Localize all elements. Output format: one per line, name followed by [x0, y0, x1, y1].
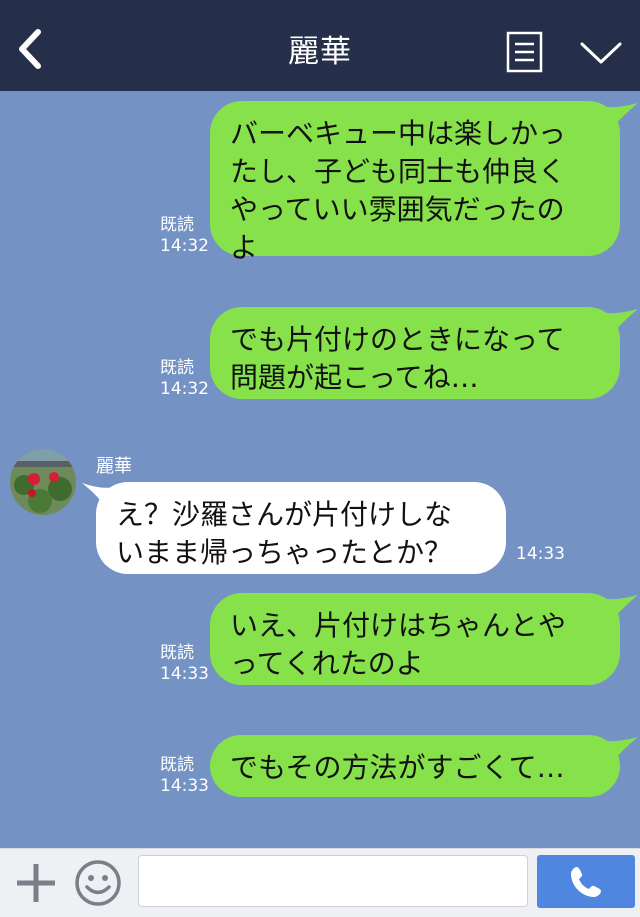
read-status: 既読 — [160, 358, 194, 378]
bubble-tail — [596, 309, 638, 337]
smile-icon[interactable] — [74, 859, 122, 907]
message-meta: 既読 14:32 — [160, 358, 209, 400]
message-input[interactable] — [138, 855, 528, 907]
read-status: 既読 — [160, 755, 194, 775]
message-meta: 既読 14:33 — [160, 643, 209, 685]
my-message-bubble[interactable]: いえ、片付けはちゃんとや ってくれたのよ — [210, 593, 620, 685]
message-line: ってくれたのよ — [230, 647, 424, 680]
plus-icon[interactable] — [14, 861, 58, 905]
read-status: 既読 — [160, 643, 194, 663]
message-time: 14:33 — [160, 776, 209, 796]
my-message-bubble[interactable]: バーベキュー中は楽しかっ たし、子ども同士も仲良く やっていい雰囲気だったの よ — [210, 101, 620, 264]
my-message-bubble[interactable]: でも片付けのときになって 問題が起こってね… — [210, 307, 620, 399]
message-line: やっていい雰囲気だったの — [230, 193, 565, 226]
message-time: 14:32 — [160, 379, 209, 399]
bubble-tail — [596, 595, 638, 623]
message-line: いまま帰っちゃったとか？ — [116, 536, 453, 569]
my-message-bubble[interactable]: でもその方法がすごくて… — [210, 735, 620, 797]
their-message-bubble[interactable]: え？沙羅さんが片付けしな いまま帰っちゃったとか？ — [96, 482, 506, 574]
message-time: 14:32 — [160, 236, 209, 256]
call-button[interactable] — [537, 855, 635, 908]
message-line: バーベキュー中は楽しかっ — [230, 117, 567, 150]
chevron-down-icon[interactable] — [578, 38, 624, 68]
message-line: いえ、片付けはちゃんとや — [230, 609, 567, 642]
message-line: でもその方法がすごくて… — [230, 751, 565, 784]
chat-header: 麗華 — [0, 0, 640, 91]
sender-name: 麗華 — [96, 456, 132, 477]
phone-icon — [571, 867, 601, 897]
avatar-image — [10, 449, 76, 515]
bubble-tail — [596, 737, 638, 765]
message-time: 14:33 — [160, 664, 209, 684]
message-meta: 既読 14:32 — [160, 215, 209, 257]
message-list[interactable]: バーベキュー中は楽しかっ たし、子ども同士も仲良く やっていい雰囲気だったの よ… — [0, 91, 640, 848]
message-line: え？沙羅さんが片付けしな — [116, 498, 453, 531]
bubble-tail — [596, 103, 638, 131]
input-bar — [0, 848, 640, 917]
avatar[interactable] — [10, 449, 76, 515]
message-line: でも片付けのときになって — [230, 323, 565, 356]
read-status: 既読 — [160, 215, 194, 235]
chat-title: 麗華 — [288, 34, 352, 70]
message-line: たし、子ども同士も仲良く — [230, 155, 567, 188]
message-time: 14:33 — [516, 544, 565, 564]
message-line: よ — [230, 231, 259, 264]
message-meta: 既読 14:33 — [160, 755, 209, 797]
message-line: 問題が起こってね… — [230, 361, 479, 394]
menu-list-icon[interactable] — [506, 31, 544, 73]
